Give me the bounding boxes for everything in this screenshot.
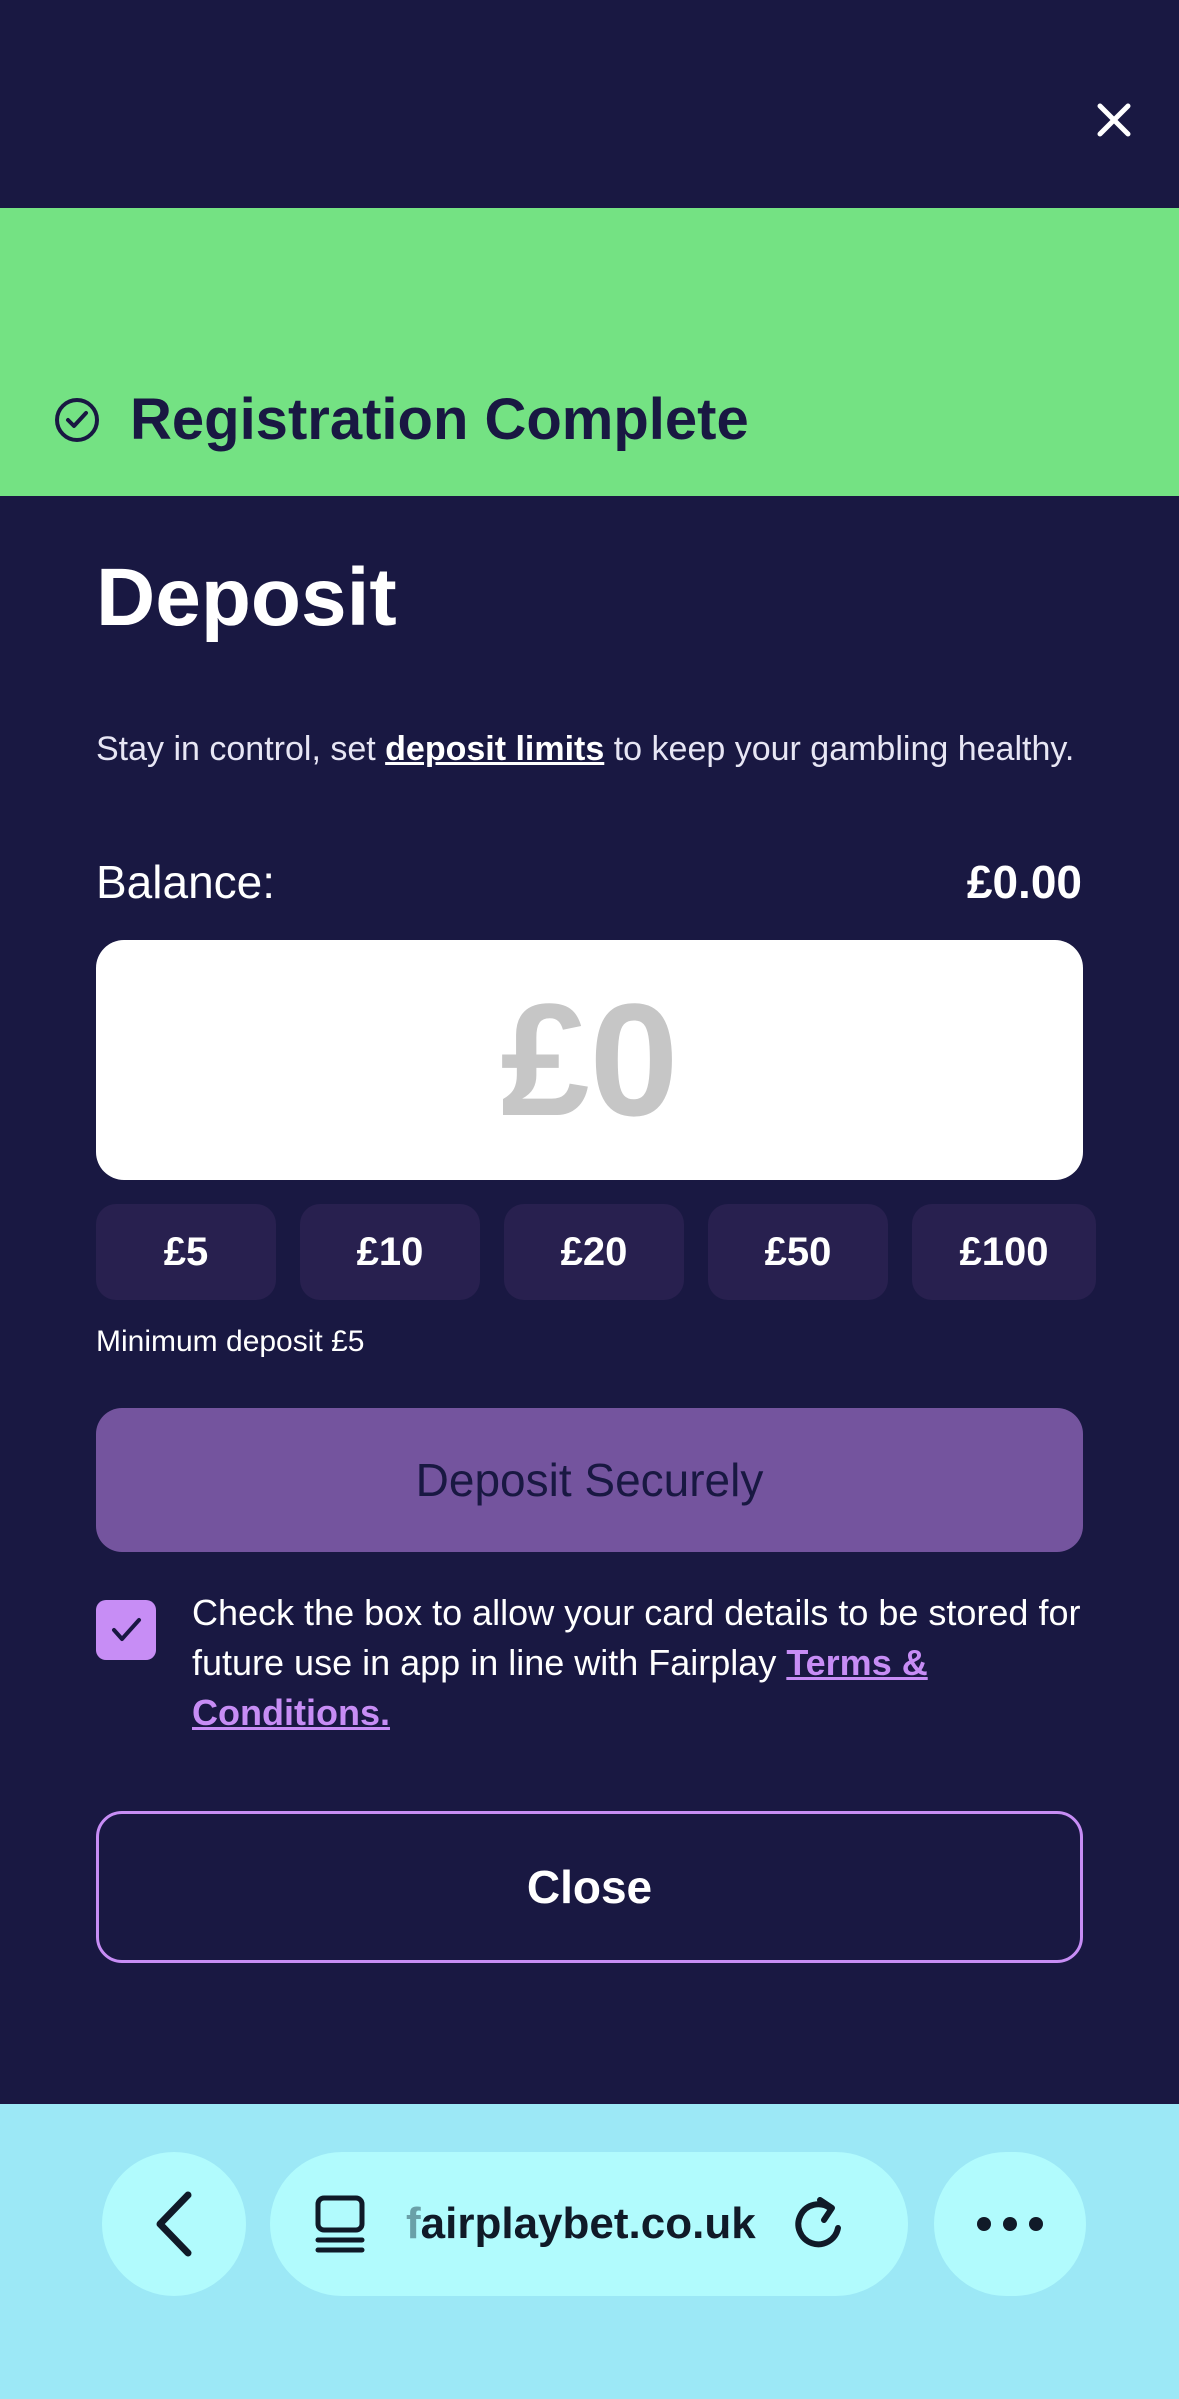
url-bar[interactable]: fairplaybet.co.uk — [270, 2152, 908, 2296]
back-arrow-icon — [156, 2191, 192, 2257]
more-button[interactable] — [934, 2152, 1086, 2296]
store-card-text: Check the box to allow your card details… — [192, 1592, 1081, 1733]
balance-label: Balance: — [96, 856, 276, 908]
quick-amount-10-button[interactable]: £10 — [300, 1204, 480, 1300]
quick-amount-50-button[interactable]: £50 — [708, 1204, 888, 1300]
store-card-checkbox[interactable] — [96, 1600, 156, 1660]
close-button[interactable]: Close — [96, 1811, 1083, 1963]
deposit-securely-button[interactable]: Deposit Securely — [96, 1408, 1083, 1552]
minimum-deposit-text: Minimum deposit £5 — [96, 1325, 365, 1358]
checkmark-icon — [112, 1618, 141, 1641]
deposit-limits-info: Stay in control, set deposit limits to k… — [96, 730, 1075, 768]
url-text: fairplaybet.co.uk — [406, 2199, 756, 2248]
amount-field[interactable] — [96, 940, 1083, 1180]
deposit-limits-link[interactable]: deposit limits — [385, 730, 604, 768]
reload-icon[interactable] — [790, 2192, 850, 2256]
balance-value: £0.00 — [966, 856, 1082, 908]
check-circle-icon — [54, 397, 100, 443]
quick-amount-100-button[interactable]: £100 — [912, 1204, 1096, 1300]
amount-input[interactable] — [96, 967, 1083, 1153]
banner-title: Registration Complete — [130, 387, 749, 452]
quick-amount-20-button[interactable]: £20 — [504, 1204, 684, 1300]
more-icon — [977, 2217, 1043, 2231]
tabs-icon[interactable] — [312, 2194, 370, 2254]
quick-amount-5-button[interactable]: £5 — [96, 1204, 276, 1300]
back-button[interactable] — [102, 2152, 246, 2296]
page-title: Deposit — [96, 552, 397, 643]
close-icon[interactable] — [1090, 96, 1138, 144]
